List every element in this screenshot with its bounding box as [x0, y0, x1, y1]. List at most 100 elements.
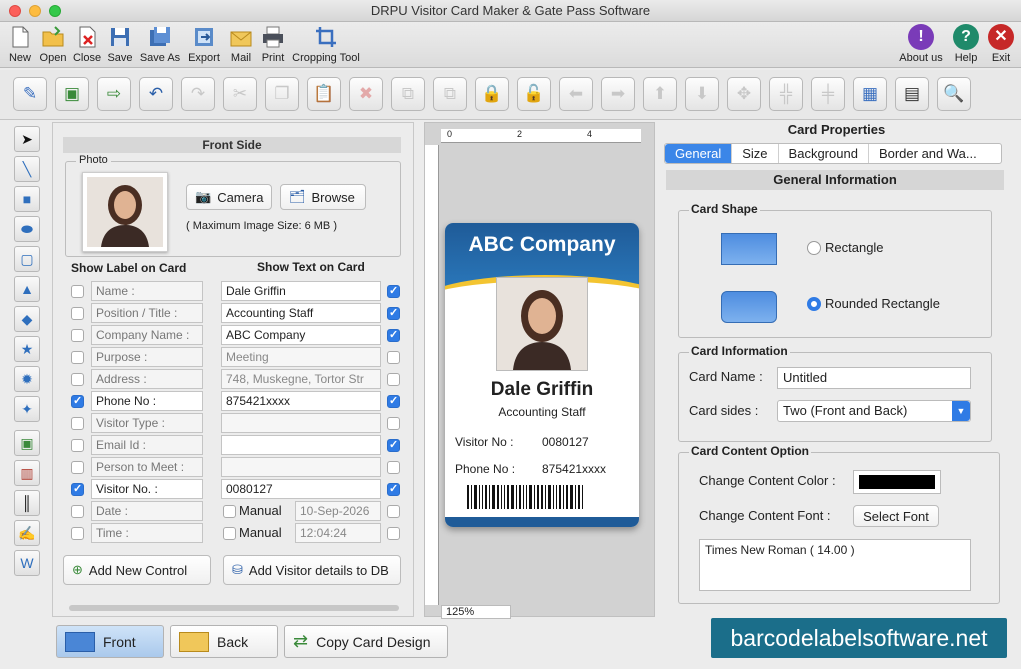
help-button[interactable]: ? Help	[952, 24, 980, 64]
field-value-input[interactable]: Accounting Staff	[221, 303, 381, 323]
export-image-button[interactable]: ⇨	[97, 77, 131, 111]
card-barcode[interactable]	[467, 485, 617, 509]
close-window-button[interactable]	[9, 5, 21, 17]
id-card-preview[interactable]: ABC Company Dale Griffin Accounting Staf…	[445, 223, 639, 527]
show-text-checkbox[interactable]	[387, 461, 400, 474]
barcode-tool[interactable]: ║	[14, 490, 40, 516]
show-label-checkbox[interactable]	[71, 373, 84, 386]
field-value-input[interactable]: ABC Company	[221, 325, 381, 345]
move-right-button[interactable]: ➡	[601, 77, 635, 111]
show-label-checkbox[interactable]	[71, 461, 84, 474]
rounded-rectangle-shape-preview[interactable]	[721, 291, 777, 323]
export-button[interactable]: Export	[186, 24, 222, 64]
unlock-button[interactable]: 🔓	[517, 77, 551, 111]
lock-button[interactable]: 🔒	[475, 77, 509, 111]
print-button[interactable]: Print	[258, 24, 288, 64]
manual-checkbox[interactable]	[223, 527, 236, 540]
field-value-input[interactable]: 12:04:24	[295, 523, 381, 543]
field-value-input[interactable]: Meeting	[221, 347, 381, 367]
image-tool-button[interactable]: ▣	[55, 77, 89, 111]
rectangle-tool[interactable]: ■	[14, 186, 40, 212]
new-button[interactable]: New	[6, 24, 34, 64]
copy-button[interactable]: ❐	[265, 77, 299, 111]
show-text-checkbox[interactable]	[387, 438, 400, 452]
show-text-checkbox[interactable]	[387, 417, 400, 430]
show-text-checkbox[interactable]	[387, 328, 400, 342]
add-visitor-db-button[interactable]: ⛁ Add Visitor details to DB	[223, 555, 401, 585]
undo-button[interactable]: ↶	[139, 77, 173, 111]
show-text-checkbox[interactable]	[387, 482, 400, 496]
delete-button[interactable]: ✖	[349, 77, 383, 111]
card-canvas[interactable]: 0 2 4 ABC Company Dale Griffin Accountin…	[424, 122, 655, 619]
card-sides-select[interactable]: Two (Front and Back) ▼	[777, 400, 971, 422]
camera-button[interactable]: 📷 Camera	[186, 184, 272, 210]
field-value-input[interactable]	[221, 413, 381, 433]
about-us-button[interactable]: ! About us	[898, 24, 944, 64]
show-label-checkbox[interactable]	[71, 285, 84, 298]
card-phone-label[interactable]: Phone No :	[455, 462, 515, 476]
cropping-tool-button[interactable]: Cropping Tool	[292, 24, 360, 64]
exit-button[interactable]: ✕ Exit	[988, 24, 1014, 64]
ellipse-tool[interactable]: ⬬	[14, 216, 40, 242]
show-text-checkbox[interactable]	[387, 373, 400, 386]
ruler-button[interactable]: ▤	[895, 77, 929, 111]
tab-border-and-watermark[interactable]: Border and Wa...	[869, 144, 987, 163]
field-value-input[interactable]: 10-Sep-2026	[295, 501, 381, 521]
triangle-tool[interactable]: ▲	[14, 276, 40, 302]
center-button[interactable]: ✥	[727, 77, 761, 111]
cut-button[interactable]: ✂	[223, 77, 257, 111]
card-visitor-role[interactable]: Accounting Staff	[445, 405, 639, 419]
diamond-tool[interactable]: ◆	[14, 306, 40, 332]
photo-thumbnail[interactable]	[82, 172, 168, 252]
field-value-input[interactable]	[221, 435, 381, 455]
show-text-checkbox[interactable]	[387, 284, 400, 298]
show-label-checkbox[interactable]	[71, 417, 84, 430]
zoom-select[interactable]: 125%	[441, 605, 511, 619]
open-button[interactable]: Open	[38, 24, 68, 64]
rectangle-radio[interactable]	[807, 241, 821, 255]
show-label-checkbox[interactable]	[71, 527, 84, 540]
move-up-button[interactable]: ⬆	[643, 77, 677, 111]
add-new-control-button[interactable]: ⊕ Add New Control	[63, 555, 211, 585]
tab-size[interactable]: Size	[732, 144, 779, 163]
rounded-rectangle-tool[interactable]: ▢	[14, 246, 40, 272]
show-label-checkbox[interactable]	[71, 307, 84, 320]
manual-label[interactable]: Manual	[239, 525, 282, 540]
field-value-input[interactable]: 748, Muskegne, Tortor Str	[221, 369, 381, 389]
back-button[interactable]: Back	[170, 625, 278, 658]
paste-button[interactable]: 📋	[307, 77, 341, 111]
four-point-star-tool[interactable]: ✦	[14, 396, 40, 422]
save-as-button[interactable]: Save As	[138, 24, 182, 64]
zoom-preview-button[interactable]: 🔍	[937, 77, 971, 111]
manual-label[interactable]: Manual	[239, 503, 282, 518]
show-text-checkbox[interactable]	[387, 351, 400, 364]
show-label-checkbox[interactable]	[71, 329, 84, 342]
bring-forward-button[interactable]: ⧉	[391, 77, 425, 111]
line-tool[interactable]: ╲	[14, 156, 40, 182]
tab-background[interactable]: Background	[779, 144, 869, 163]
picture-tool[interactable]: ▣	[14, 430, 40, 456]
close-button[interactable]: Close	[72, 24, 102, 64]
show-label-checkbox[interactable]	[71, 505, 84, 518]
show-text-checkbox[interactable]	[387, 505, 400, 518]
rounded-rectangle-label[interactable]: Rounded Rectangle	[825, 296, 940, 311]
align-horizontal-button[interactable]: ╬	[769, 77, 803, 111]
show-text-checkbox[interactable]	[387, 306, 400, 320]
move-down-button[interactable]: ⬇	[685, 77, 719, 111]
grid-button[interactable]: ▦	[853, 77, 887, 111]
mail-button[interactable]: Mail	[226, 24, 256, 64]
card-visitor-no-label[interactable]: Visitor No :	[455, 435, 513, 449]
select-tool[interactable]: ➤	[14, 126, 40, 152]
align-vertical-button[interactable]: ╪	[811, 77, 845, 111]
show-label-checkbox[interactable]	[71, 394, 84, 408]
show-label-checkbox[interactable]	[71, 351, 84, 364]
move-left-button[interactable]: ⬅	[559, 77, 593, 111]
zoom-window-button[interactable]	[49, 5, 61, 17]
front-button[interactable]: Front	[56, 625, 164, 658]
show-label-checkbox[interactable]	[71, 439, 84, 452]
rectangle-label[interactable]: Rectangle	[825, 240, 884, 255]
field-value-input[interactable]: Dale Griffin	[221, 281, 381, 301]
browse-button[interactable]: 🗂 Browse	[280, 184, 366, 210]
send-backward-button[interactable]: ⧉	[433, 77, 467, 111]
show-text-checkbox[interactable]	[387, 394, 400, 408]
